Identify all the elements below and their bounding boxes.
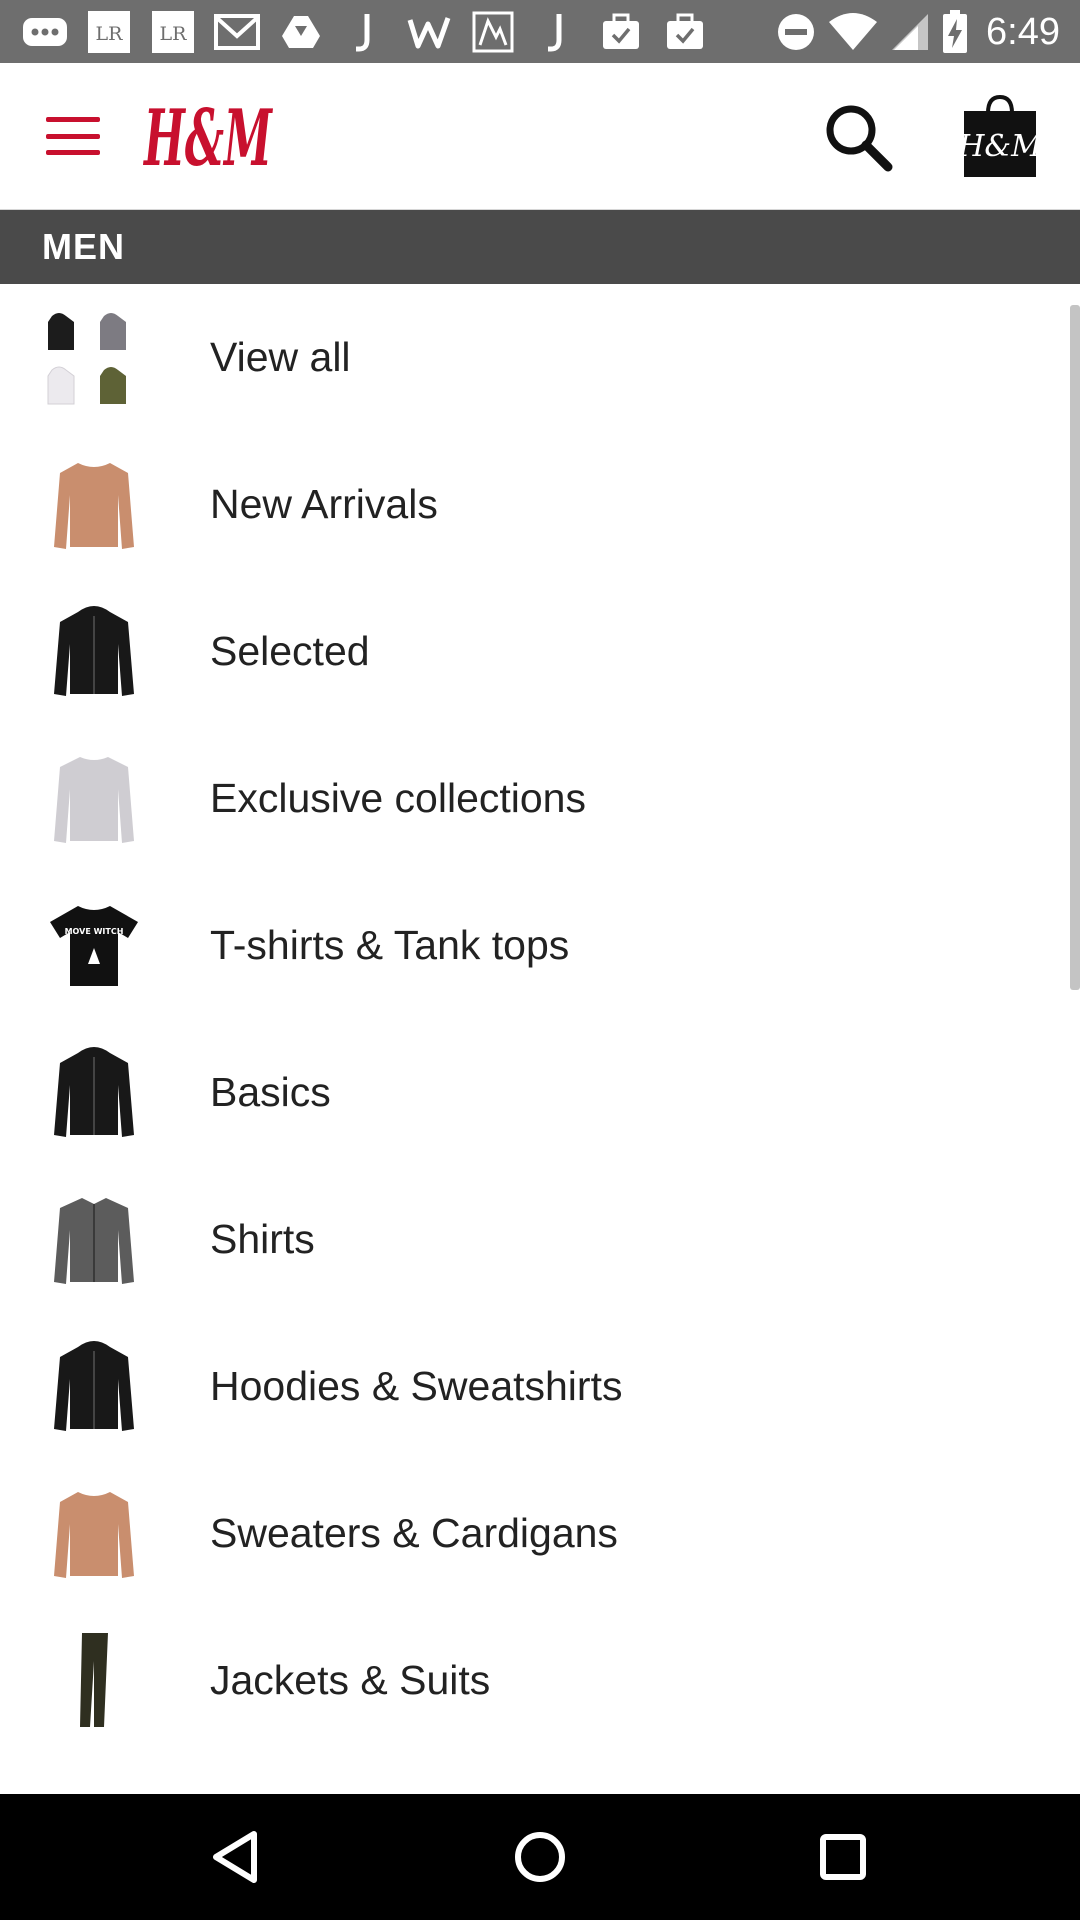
sweater-thumbnail	[44, 455, 144, 555]
briefcase-check-icon	[660, 10, 710, 54]
svg-text:H&M: H&M	[143, 93, 274, 184]
svg-text:H&M: H&M	[960, 129, 1040, 164]
jacket-thumbnail	[44, 602, 144, 702]
shopping-bag-icon: H&M	[957, 94, 1043, 177]
category-label: Jackets & Suits	[210, 1657, 491, 1703]
wifi-icon	[829, 13, 878, 50]
w-icon	[404, 10, 454, 54]
search-icon	[826, 105, 893, 172]
jacket-thumbnail	[44, 1043, 144, 1143]
lr-icon: LR	[148, 10, 198, 54]
category-label: Sweaters & Cardigans	[210, 1510, 618, 1556]
signal-icon	[892, 14, 929, 50]
category-item-new-arrivals[interactable]: New Arrivals	[0, 431, 1080, 578]
section-header: MEN	[0, 210, 1080, 284]
gmail-icon	[212, 10, 262, 54]
jacket-thumbnail	[44, 1337, 144, 1437]
more-icon	[20, 10, 70, 54]
hm-logo[interactable]: H&M	[140, 87, 280, 187]
category-item-hoodies[interactable]: Hoodies & Sweatshirts	[0, 1313, 1080, 1460]
battery-charging-icon	[943, 10, 968, 53]
section-title: MEN	[42, 226, 125, 267]
scrollbar[interactable]	[1070, 305, 1080, 990]
back-button[interactable]	[202, 1822, 272, 1892]
back-icon	[213, 1831, 257, 1883]
shirt-thumbnail	[44, 1190, 144, 1290]
trousers-thumbnail	[44, 1631, 144, 1731]
svg-text:MOVE WITCH: MOVE WITCH	[65, 927, 124, 936]
category-item-tshirts[interactable]: MOVE WITCH T-shirts & Tank tops	[0, 872, 1080, 1019]
menu-icon-bar	[46, 117, 100, 122]
sweater-thumbnail	[44, 1484, 144, 1584]
menu-button[interactable]	[40, 111, 106, 161]
app-header: H&M H&M	[0, 63, 1080, 210]
system-navigation-bar	[0, 1794, 1080, 1920]
category-label: View all	[210, 334, 351, 380]
category-list[interactable]: View all New Arrivals Selected Exclusive…	[0, 284, 1080, 1794]
category-label: Shirts	[210, 1216, 315, 1262]
sweater-thumbnail	[44, 749, 144, 849]
category-item-basics[interactable]: Basics	[0, 1019, 1080, 1166]
home-icon	[515, 1832, 565, 1882]
recents-button[interactable]	[808, 1822, 878, 1892]
category-item-shirts[interactable]: Shirts	[0, 1166, 1080, 1313]
drive-icon	[276, 10, 326, 54]
hoodies-grid-thumbnail	[44, 308, 144, 408]
home-button[interactable]	[505, 1822, 575, 1892]
clock: 6:49	[986, 10, 1060, 53]
svg-text:LR: LR	[96, 23, 124, 45]
category-label: Selected	[210, 628, 370, 674]
j-icon	[532, 10, 582, 54]
lr-icon: LR	[84, 10, 134, 54]
category-item-view-all[interactable]: View all	[0, 284, 1080, 431]
system-status: 6:49	[776, 8, 1060, 56]
search-button[interactable]	[820, 99, 896, 175]
shopping-bag-button[interactable]: H&M	[957, 93, 1043, 179]
category-item-selected[interactable]: Selected	[0, 578, 1080, 725]
category-label: Hoodies & Sweatshirts	[210, 1363, 623, 1409]
briefcase-check-icon	[596, 10, 646, 54]
status-bar: LR LR 6:49	[0, 0, 1080, 63]
category-item-jackets[interactable]: Jackets & Suits	[0, 1607, 1080, 1754]
tshirt-thumbnail: MOVE WITCH	[44, 896, 144, 996]
category-label: Basics	[210, 1069, 331, 1115]
svg-text:LR: LR	[160, 23, 188, 45]
recents-icon	[820, 1834, 866, 1880]
map-icon	[468, 10, 518, 54]
category-item-sweaters[interactable]: Sweaters & Cardigans	[0, 1460, 1080, 1607]
j-icon	[340, 10, 390, 54]
menu-icon-bar	[46, 150, 100, 155]
category-label: New Arrivals	[210, 481, 438, 527]
notification-icons: LR LR	[20, 8, 710, 56]
category-item-exclusive-collections[interactable]: Exclusive collections	[0, 725, 1080, 872]
do-not-disturb-icon	[778, 14, 815, 50]
menu-icon-bar	[46, 133, 100, 139]
category-label: Exclusive collections	[210, 775, 586, 821]
category-label: T-shirts & Tank tops	[210, 922, 570, 968]
